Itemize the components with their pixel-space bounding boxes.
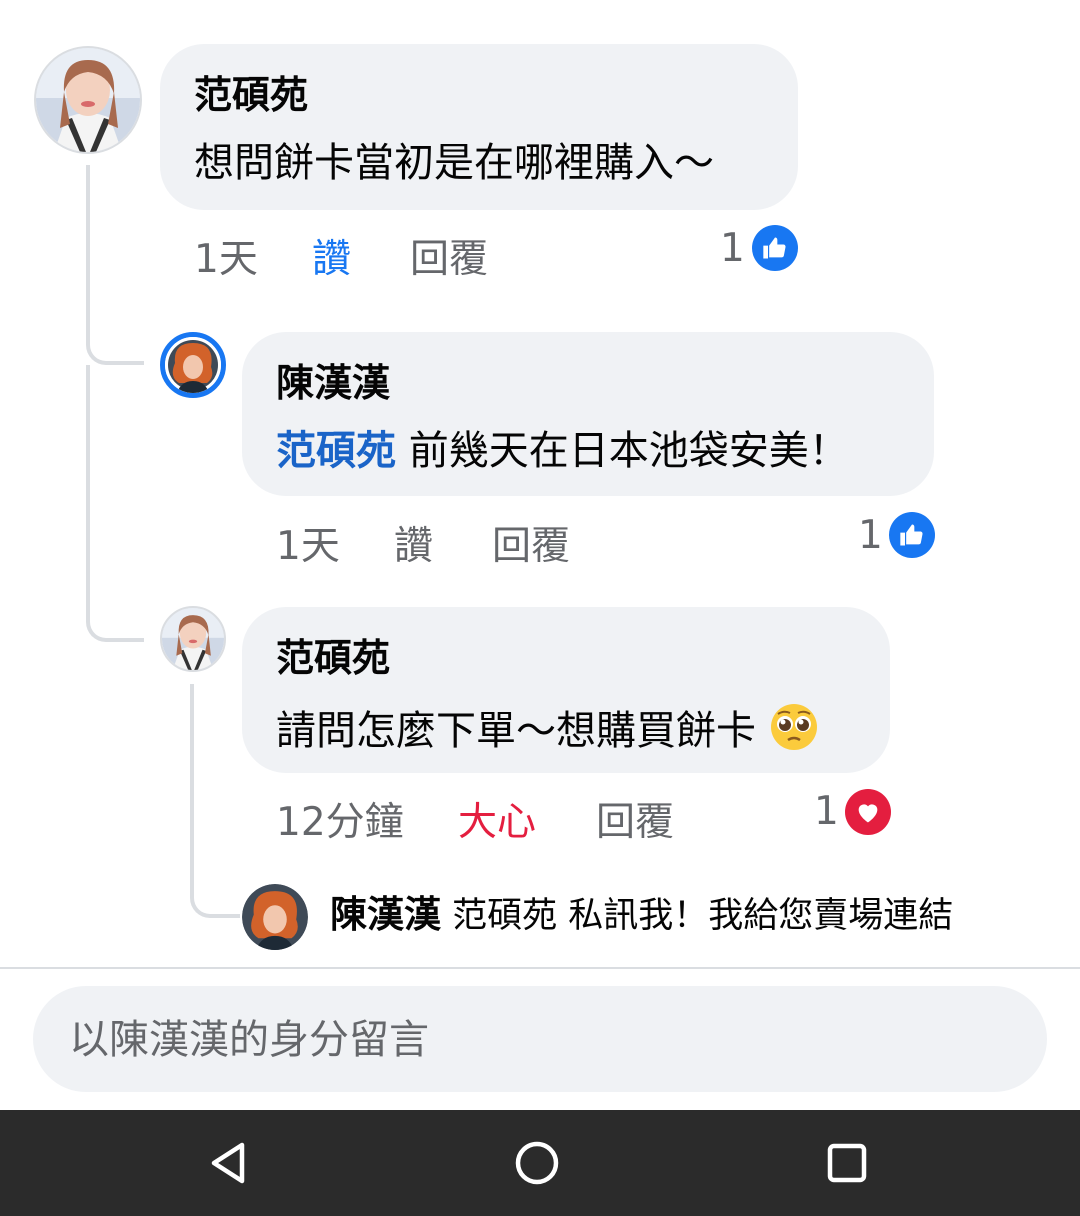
- comment-time: 1天: [276, 524, 340, 569]
- system-nav-bar: [0, 1110, 1080, 1216]
- avatar[interactable]: [34, 46, 142, 154]
- love-button[interactable]: 大心: [458, 800, 536, 846]
- comment-text-body: 前幾天在日本池袋安美！: [396, 428, 849, 474]
- like-button[interactable]: 讚: [394, 524, 433, 570]
- love-icon[interactable]: [845, 789, 891, 835]
- comment-text: 范碩苑 私訊我！我給您賣場連結: [452, 896, 954, 936]
- reaction-count[interactable]: 1: [720, 226, 745, 272]
- comment-composer[interactable]: [33, 986, 1047, 1092]
- comment-text: 范碩苑 前幾天在日本池袋安美！: [276, 426, 849, 476]
- like-icon[interactable]: [752, 225, 798, 271]
- comment-author[interactable]: 陳漢漢: [276, 360, 390, 406]
- reaction-count[interactable]: 1: [814, 789, 839, 835]
- comment-time: 12分鐘: [276, 800, 404, 845]
- comment-bubble[interactable]: 陳漢漢 范碩苑 前幾天在日本池袋安美！: [242, 332, 934, 496]
- comment-input[interactable]: [67, 1014, 971, 1066]
- reply-button[interactable]: 回覆: [410, 237, 488, 283]
- collapsed-reply[interactable]: 陳漢漢 范碩苑 私訊我！我給您賣場連結: [330, 892, 953, 939]
- comment-text: 想問餅卡當初是在哪裡購入～: [194, 140, 714, 186]
- back-triangle-icon[interactable]: [168, 1110, 288, 1216]
- thread-line: [86, 365, 90, 620]
- avatar[interactable]: [242, 884, 308, 950]
- comment-bubble[interactable]: 范碩苑 請問怎麼下單～想購買餅卡: [242, 607, 890, 773]
- thread-line: [86, 165, 90, 345]
- divider: [0, 967, 1080, 969]
- mention-link[interactable]: 范碩苑: [276, 428, 396, 474]
- thread-line-curve: [190, 894, 240, 918]
- thread-line-curve: [86, 345, 144, 365]
- comment-text-body: 請問怎麼下單～想購買餅卡: [276, 708, 756, 754]
- comment-author[interactable]: 范碩苑: [194, 72, 308, 118]
- comment-text: 請問怎麼下單～想購買餅卡: [276, 702, 819, 756]
- like-icon[interactable]: [889, 512, 935, 558]
- avatar[interactable]: [160, 332, 226, 398]
- recents-square-icon[interactable]: [787, 1110, 907, 1216]
- like-button[interactable]: 讚: [312, 237, 351, 283]
- pleading-face-icon: [769, 702, 819, 752]
- reply-button[interactable]: 回覆: [596, 800, 674, 846]
- home-circle-icon[interactable]: [477, 1110, 597, 1216]
- avatar[interactable]: [160, 606, 226, 672]
- comment-bubble[interactable]: 范碩苑 想問餅卡當初是在哪裡購入～: [160, 44, 798, 210]
- comment-time: 1天: [194, 237, 258, 282]
- comment-author[interactable]: 陳漢漢: [330, 893, 441, 936]
- comment-author[interactable]: 范碩苑: [276, 635, 390, 681]
- reply-button[interactable]: 回覆: [492, 524, 570, 570]
- thread-line: [190, 684, 194, 894]
- reaction-count[interactable]: 1: [858, 513, 883, 559]
- thread-line-curve: [86, 620, 144, 642]
